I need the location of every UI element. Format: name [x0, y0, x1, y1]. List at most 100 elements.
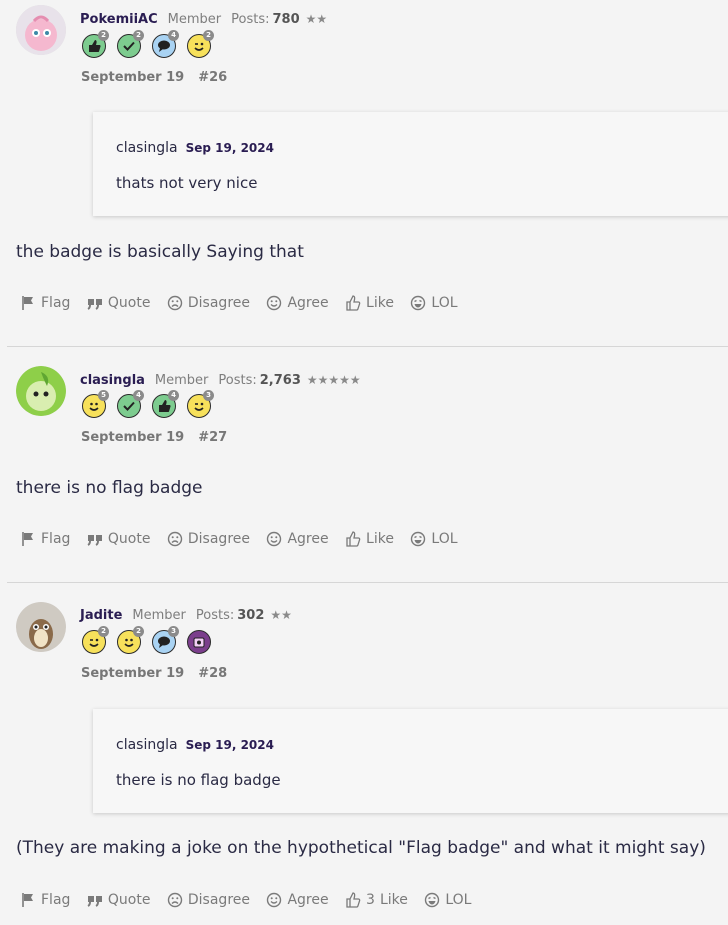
smile-face-icon [266, 295, 282, 311]
avatar[interactable] [16, 5, 66, 55]
post-actions: Flag Quote Disagree Agree Like LOL [20, 295, 470, 315]
post-number[interactable]: #26 [198, 70, 227, 85]
post-date[interactable]: September 19 [81, 666, 184, 681]
post-number[interactable]: #27 [198, 430, 227, 445]
check-icon[interactable]: 4 [117, 390, 144, 418]
quote-label: Quote [107, 295, 151, 311]
badge-count: 4 [133, 390, 144, 401]
laugh-face-icon [424, 892, 440, 908]
quote-button[interactable]: Quote [87, 892, 150, 908]
agree-button[interactable]: Agree [266, 531, 329, 547]
post-divider [7, 582, 728, 583]
smile-face-icon[interactable]: 2 [117, 626, 144, 654]
posts-label: Posts: [195, 608, 235, 623]
quote-label: Quote [107, 531, 151, 547]
check-icon[interactable]: 2 [117, 30, 144, 58]
user-role: Member [167, 12, 222, 27]
like-label: Like [379, 892, 408, 908]
post-message: there is no flag badge [16, 478, 203, 498]
avatar[interactable] [16, 366, 66, 416]
quote-author[interactable]: clasingla [116, 737, 178, 753]
agree-button[interactable]: Agree [266, 295, 329, 311]
username[interactable]: Jadite [80, 608, 122, 623]
post-divider [7, 346, 728, 347]
quote-header: clasingla Sep 19, 2024 [116, 737, 274, 753]
quote-date[interactable]: Sep 19, 2024 [186, 738, 274, 752]
badge-count: 2 [98, 626, 109, 637]
thumbs-up-icon[interactable]: 4 [152, 390, 179, 418]
avatar[interactable] [16, 602, 66, 652]
lol-button[interactable]: LOL [410, 295, 458, 311]
rank-stars: ★★★★★ [306, 373, 361, 387]
smile-face-icon [266, 892, 282, 908]
posts-label: Posts: [231, 12, 270, 27]
calendar-icon[interactable] [187, 630, 211, 654]
like-label: Like [366, 531, 394, 547]
wink-face-icon[interactable]: 2 [82, 626, 109, 654]
post-message: the badge is basically Saying that [16, 242, 304, 262]
flag-button[interactable]: Flag [20, 295, 70, 311]
username[interactable]: PokemiiAC [80, 12, 158, 27]
user-meta: clasingla Member Posts: 2,763 ★★★★★ [80, 373, 361, 388]
agree-button[interactable]: Agree [266, 892, 329, 908]
frown-face-icon [167, 295, 183, 311]
rank-stars: ★★ [270, 608, 292, 622]
like-button[interactable]: Like [345, 531, 394, 547]
quote-text: thats not very nice [116, 174, 258, 192]
quote-block: clasingla Sep 19, 2024 thats not very nic… [93, 112, 728, 216]
post-date[interactable]: September 19 [81, 430, 184, 445]
quote-button[interactable]: Quote [87, 531, 151, 547]
posts-label: Posts: [218, 373, 257, 388]
lol-button[interactable]: LOL [424, 892, 471, 908]
like-button[interactable]: Like [345, 295, 394, 311]
posts-count: 780 [272, 12, 300, 27]
flag-button[interactable]: Flag [20, 892, 70, 908]
like-count: 3 [366, 892, 375, 908]
quote-block: clasingla Sep 19, 2024 there is no flag b… [93, 709, 728, 813]
posts-count: 2,763 [259, 373, 301, 388]
laugh-face-icon [410, 295, 426, 311]
like-label: Like [366, 295, 394, 311]
frown-face-icon [167, 892, 183, 908]
like-button[interactable]: 3 Like [345, 892, 408, 908]
laugh-face-icon [410, 531, 426, 547]
wink-face-icon[interactable]: 2 [187, 30, 214, 58]
disagree-label: Disagree [187, 531, 250, 547]
flag-icon [20, 531, 36, 547]
quote-icon [87, 295, 103, 311]
badge-count: 4 [168, 30, 179, 41]
user-role: Member [154, 373, 209, 388]
quote-button[interactable]: Quote [87, 295, 151, 311]
username[interactable]: clasingla [80, 373, 145, 388]
badge-count: 3 [168, 626, 179, 637]
badge-count: 2 [133, 626, 144, 637]
flag-label: Flag [41, 295, 71, 311]
thumbs-up-outline-icon [345, 531, 361, 547]
post-date[interactable]: September 19 [81, 70, 184, 85]
lol-label: LOL [445, 892, 472, 908]
quote-text: there is no flag badge [116, 771, 281, 789]
quote-icon [87, 531, 103, 547]
badge-count: 2 [133, 30, 144, 41]
flag-button[interactable]: Flag [20, 531, 70, 547]
disagree-button[interactable]: Disagree [167, 295, 250, 311]
speech-bubble-icon[interactable]: 3 [152, 626, 179, 654]
user-meta: Jadite Member Posts: 302 ★★ [80, 608, 292, 623]
quote-date[interactable]: Sep 19, 2024 [186, 141, 274, 155]
wink-face-icon[interactable]: 3 [187, 390, 214, 418]
quote-author[interactable]: clasingla [116, 140, 178, 156]
disagree-button[interactable]: Disagree [167, 531, 250, 547]
agree-label: Agree [287, 295, 329, 311]
smile-face-icon[interactable]: 5 [82, 390, 109, 418]
badge-count: 3 [203, 390, 214, 401]
disagree-button[interactable]: Disagree [167, 892, 250, 908]
smile-face-icon [266, 531, 282, 547]
quote-icon [87, 892, 103, 908]
thumbs-up-icon[interactable]: 2 [82, 30, 109, 58]
speech-bubble-icon[interactable]: 4 [152, 30, 179, 58]
lol-button[interactable]: LOL [410, 531, 458, 547]
post-number[interactable]: #28 [198, 666, 227, 681]
posts-count: 302 [237, 608, 265, 623]
post-actions: Flag Quote Disagree Agree Like LOL [20, 531, 470, 551]
disagree-label: Disagree [187, 892, 250, 908]
